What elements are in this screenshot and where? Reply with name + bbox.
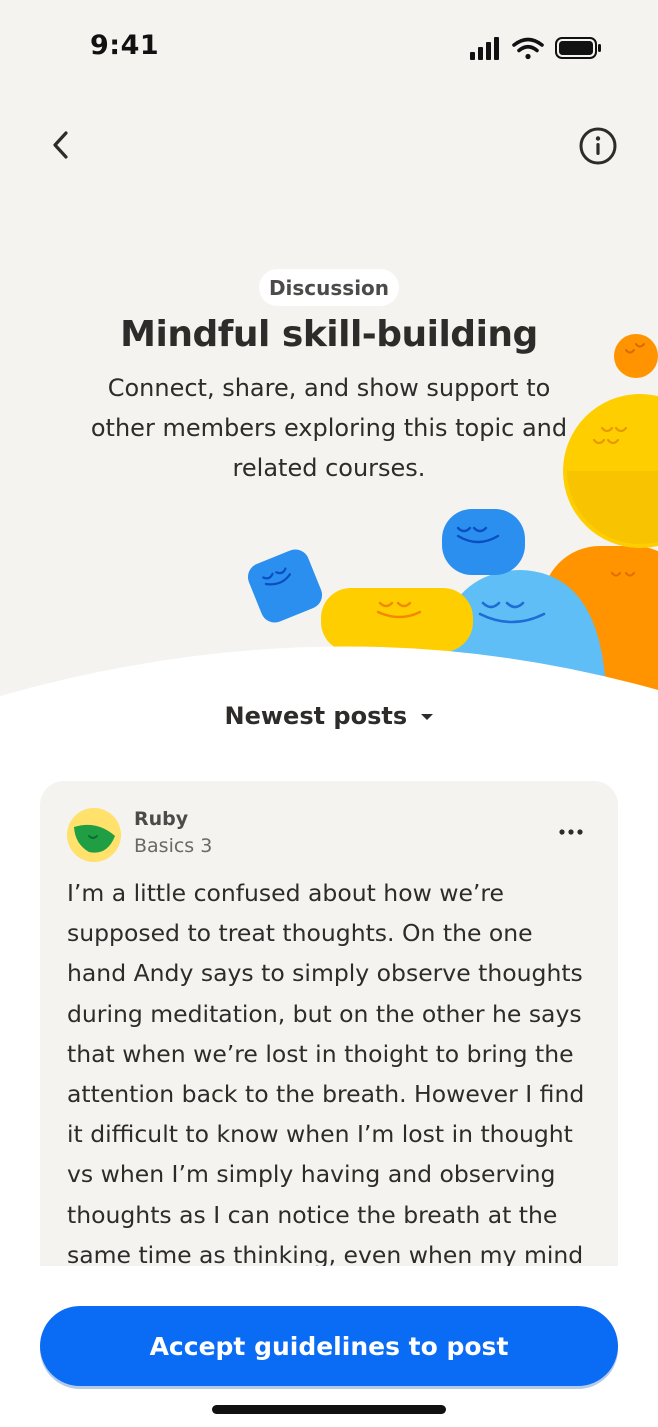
blue-square-character xyxy=(247,549,323,623)
post-author: Ruby xyxy=(134,808,189,830)
hero-illustration xyxy=(0,334,658,700)
post-course: Basics 3 xyxy=(134,835,213,857)
post-card[interactable]: Ruby Basics 3 I’m a little confused abou… xyxy=(40,781,618,1341)
status-time: 9:41 xyxy=(90,30,160,61)
hero-header: 9:41 Discussion Mindful skill-building C… xyxy=(0,0,658,700)
battery-icon xyxy=(555,37,601,59)
chevron-down-icon xyxy=(420,714,433,720)
post-body: I’m a little confused about how we’re su… xyxy=(67,879,585,1309)
home-indicator xyxy=(212,1405,446,1414)
avatar xyxy=(67,808,121,862)
sort-dropdown[interactable]: Newest posts xyxy=(0,702,658,730)
more-options-button[interactable] xyxy=(552,817,590,847)
small-orange-character xyxy=(614,334,658,378)
more-horizontal-icon xyxy=(559,829,583,835)
signal-icon xyxy=(470,37,499,60)
wifi-icon xyxy=(512,37,544,60)
status-icons xyxy=(470,37,601,60)
sort-label: Newest posts xyxy=(224,702,408,730)
accept-guidelines-button[interactable]: Accept guidelines to post xyxy=(40,1306,618,1386)
back-icon[interactable] xyxy=(46,128,80,162)
yellow-pill-character xyxy=(321,588,473,652)
info-icon[interactable] xyxy=(578,126,618,166)
